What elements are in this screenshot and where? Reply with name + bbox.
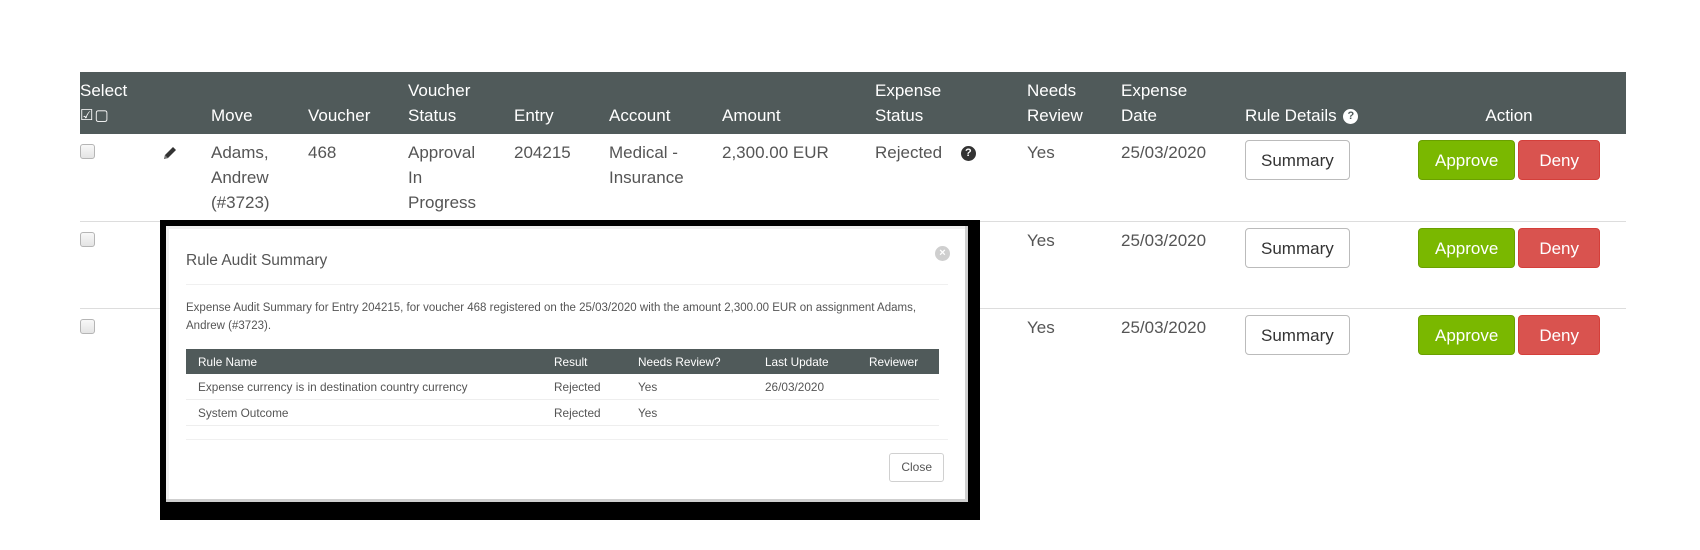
pencil-edit-icon[interactable] xyxy=(162,143,178,168)
header-expense-date: Expense Date xyxy=(1121,72,1245,134)
header-edit xyxy=(162,72,211,134)
cell-voucher-status: Approval In Progress xyxy=(408,134,514,222)
header-amount: Amount xyxy=(722,106,781,125)
rules-header-reviewer: Reviewer xyxy=(857,349,939,374)
header-needs-review: Needs Review xyxy=(1027,72,1121,134)
move-line1: Adams, xyxy=(211,143,269,162)
approve-button[interactable]: Approve xyxy=(1417,228,1516,268)
header-entry: Entry xyxy=(514,106,554,125)
select-none-icon[interactable]: ▢ xyxy=(94,107,109,124)
header-needs-review-line2: Review xyxy=(1027,106,1083,125)
deny-button[interactable]: Deny xyxy=(1518,228,1600,268)
row-checkbox[interactable] xyxy=(80,319,95,334)
modal-description: Expense Audit Summary for Entry 204215, … xyxy=(186,302,917,332)
cell-expense-date: 25/03/2020 xyxy=(1121,143,1207,162)
rules-header-result: Result xyxy=(542,349,626,374)
row-checkbox[interactable] xyxy=(80,232,95,247)
header-select-label: Select xyxy=(80,81,128,100)
account-line2: Insurance xyxy=(609,168,684,187)
header-action: Action xyxy=(1485,106,1533,125)
rule-name: System Outcome xyxy=(186,399,542,426)
voucher-status-line3: Progress xyxy=(408,193,477,212)
cell-expense-status: Rejected ? xyxy=(875,134,1027,222)
rule-needs-review: Yes xyxy=(626,399,753,426)
rules-header-rule-name: Rule Name xyxy=(186,349,542,374)
cell-needs-review: Yes xyxy=(1027,143,1055,162)
header-move: Move xyxy=(211,106,253,125)
rule-reviewer xyxy=(857,374,939,400)
rules-row: System Outcome Rejected Yes xyxy=(186,399,939,426)
header-voucher-status-line1: Voucher xyxy=(408,81,471,100)
close-button[interactable]: Close xyxy=(889,453,944,482)
close-icon[interactable]: × xyxy=(935,246,950,261)
approve-button[interactable]: Approve xyxy=(1417,140,1516,180)
voucher-status-line2: In xyxy=(408,168,423,187)
header-expense-date-line2: Date xyxy=(1121,106,1157,125)
header-account: Account xyxy=(609,106,671,125)
table-row: Adams, Andrew (#3723) 468 Approval In Pr… xyxy=(80,134,1626,222)
header-rule-details: Rule Details ? xyxy=(1245,72,1400,134)
rules-header-needs-review: Needs Review? xyxy=(626,349,753,374)
cell-expense-date: 25/03/2020 xyxy=(1121,231,1207,250)
cell-move: Adams, Andrew (#3723) xyxy=(211,134,308,222)
rule-audit-modal: Rule Audit Summary × Expense Audit Summa… xyxy=(166,226,968,502)
modal-title: Rule Audit Summary xyxy=(186,252,328,269)
move-line3: (#3723) xyxy=(211,193,270,212)
account-line1: Medical - xyxy=(609,143,678,162)
cell-needs-review: Yes xyxy=(1027,231,1055,250)
voucher-status-line1: Approval xyxy=(408,143,476,162)
approve-button[interactable]: Approve xyxy=(1417,315,1516,355)
rule-result: Rejected xyxy=(542,399,626,426)
deny-button[interactable]: Deny xyxy=(1518,140,1600,180)
row-checkbox[interactable] xyxy=(80,144,95,159)
rule-last-update: 26/03/2020 xyxy=(753,374,857,400)
modal-footer-divider xyxy=(186,439,948,440)
rule-name: Expense currency is in destination count… xyxy=(186,374,542,400)
summary-button[interactable]: Summary xyxy=(1245,228,1350,268)
summary-button[interactable]: Summary xyxy=(1245,315,1350,355)
header-voucher-status: Voucher Status xyxy=(408,72,514,134)
move-line2: Andrew xyxy=(211,168,269,187)
cell-entry: 204215 xyxy=(514,143,571,162)
cell-account: Medical - Insurance xyxy=(609,134,722,222)
header-select: Select ☑▢ xyxy=(80,72,162,134)
rule-last-update xyxy=(753,399,857,426)
header-expense-status-line1: Expense xyxy=(875,81,942,100)
header-expense-status-line2: Status xyxy=(875,106,924,125)
cell-amount: 2,300.00 EUR xyxy=(722,143,829,162)
modal-divider xyxy=(186,284,948,285)
cell-expense-date: 25/03/2020 xyxy=(1121,318,1207,337)
header-needs-review-line1: Needs xyxy=(1027,81,1077,100)
help-icon[interactable]: ? xyxy=(960,146,976,161)
header-voucher-status-line2: Status xyxy=(408,106,457,125)
rule-reviewer xyxy=(857,399,939,426)
rules-header-last-update: Last Update xyxy=(753,349,857,374)
cell-needs-review: Yes xyxy=(1027,318,1055,337)
select-all-none-icons[interactable]: ☑▢ xyxy=(80,103,154,128)
rule-result: Rejected xyxy=(542,374,626,400)
header-expense-status: Expense Status xyxy=(875,72,1027,134)
table-header-row: Select ☑▢ Move Voucher Voucher Status En… xyxy=(80,72,1626,134)
header-expense-date-line1: Expense xyxy=(1121,81,1188,100)
help-icon[interactable]: ? xyxy=(1343,109,1359,124)
select-all-icon[interactable]: ☑ xyxy=(80,107,94,124)
expense-status-text: Rejected xyxy=(875,143,943,162)
rules-header-row: Rule Name Result Needs Review? Last Upda… xyxy=(186,349,939,374)
header-voucher: Voucher xyxy=(308,106,371,125)
rules-table: Rule Name Result Needs Review? Last Upda… xyxy=(186,349,939,426)
summary-button[interactable]: Summary xyxy=(1245,140,1350,180)
cell-voucher: 468 xyxy=(308,143,337,162)
header-rule-details-label: Rule Details xyxy=(1245,106,1337,125)
modal-backdrop-frame: Rule Audit Summary × Expense Audit Summa… xyxy=(160,220,980,520)
rule-needs-review: Yes xyxy=(626,374,753,400)
deny-button[interactable]: Deny xyxy=(1518,315,1600,355)
rules-row: Expense currency is in destination count… xyxy=(186,374,939,400)
